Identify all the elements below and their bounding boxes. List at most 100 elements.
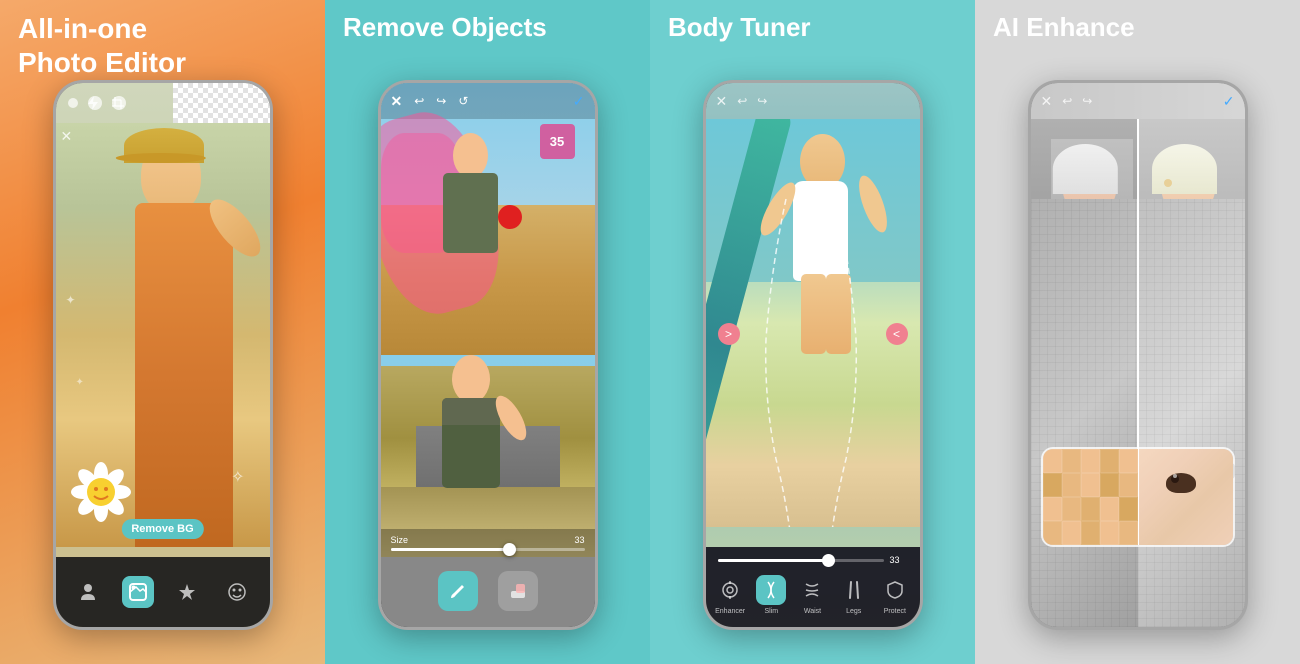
flower-sticker[interactable] bbox=[71, 462, 131, 527]
main-photo-area: ✕ ✦ bbox=[56, 123, 270, 547]
after-image bbox=[1138, 119, 1245, 627]
waist-label: Waist bbox=[804, 608, 821, 615]
slider-labels: Size 33 bbox=[391, 535, 585, 545]
slim-label: Slim bbox=[764, 608, 778, 615]
slider-value: 33 bbox=[574, 535, 584, 545]
undo-icon[interactable]: ↩ bbox=[1062, 94, 1072, 108]
hair-before bbox=[1053, 144, 1118, 194]
panel-remove-objects: Remove Objects ✕ ↩ ↪ ↺ ✓ bbox=[325, 0, 650, 664]
zoom-after bbox=[1138, 449, 1233, 545]
girl-figure-bottom bbox=[431, 355, 511, 487]
body bbox=[443, 173, 498, 253]
slider-thumb[interactable] bbox=[503, 543, 516, 556]
size-slider-container: Size 33 bbox=[381, 529, 595, 557]
lightning-icon bbox=[88, 96, 102, 110]
phone-mockup-4: ✕ ↩ ↪ ✓ bbox=[1028, 80, 1248, 630]
phone-1-background: ✕ ✦ bbox=[56, 83, 270, 627]
body-slider-track[interactable] bbox=[718, 559, 884, 562]
confirm-icon[interactable]: ✓ bbox=[1223, 93, 1235, 110]
panel-photo-editor: All-in-one Photo Editor bbox=[0, 0, 325, 664]
slim-left-arrow[interactable]: > bbox=[718, 323, 740, 345]
panel-ai-enhance: AI Enhance ✕ ↩ ↪ ✓ bbox=[975, 0, 1300, 664]
undo-icon[interactable]: ↩ bbox=[737, 94, 747, 108]
beach-scene: > < bbox=[706, 119, 920, 527]
body-tuner-controls: 33 Enhancer bbox=[706, 547, 920, 627]
redo-icon[interactable]: ↪ bbox=[436, 94, 446, 108]
hair-after bbox=[1152, 144, 1217, 194]
tool-enhancer[interactable]: Enhancer bbox=[715, 575, 745, 615]
eye-highlight bbox=[1173, 474, 1177, 478]
fabric-pattern-2 bbox=[1138, 199, 1245, 627]
zoom-before bbox=[1043, 449, 1138, 545]
legs-icon bbox=[839, 575, 869, 605]
phone-4-background: ✕ ↩ ↪ ✓ bbox=[1031, 83, 1245, 627]
toolbar-item-effects[interactable] bbox=[171, 576, 203, 608]
pixel-grid bbox=[1043, 449, 1138, 545]
pixel-zoom-comparison bbox=[1041, 447, 1235, 547]
close-icon[interactable]: ✕ bbox=[1041, 93, 1053, 110]
girl-figure-top bbox=[436, 133, 506, 355]
enhancer-icon bbox=[715, 575, 745, 605]
person-icon bbox=[72, 576, 104, 608]
sparkle-small: ✦ bbox=[76, 377, 84, 388]
toolbar-item-emoji[interactable] bbox=[221, 576, 253, 608]
phone-2-background: ✕ ↩ ↪ ↺ ✓ 35 bbox=[381, 83, 595, 627]
enhancer-label: Enhancer bbox=[715, 608, 745, 615]
panel-2-title: Remove Objects bbox=[343, 12, 547, 43]
bottom-tools-row bbox=[381, 563, 595, 619]
head bbox=[453, 133, 488, 178]
before-image bbox=[1031, 119, 1138, 627]
tool-waist[interactable]: Waist bbox=[797, 575, 827, 615]
zoom-divider bbox=[1138, 449, 1139, 545]
brush-tool-button[interactable] bbox=[438, 571, 478, 611]
protect-icon bbox=[880, 575, 910, 605]
hat-brim bbox=[115, 153, 205, 163]
slim-right-arrow[interactable]: < bbox=[886, 323, 908, 345]
eye-iris bbox=[1166, 473, 1196, 493]
remove-bg-button[interactable]: Remove BG bbox=[121, 519, 203, 539]
tool-protect[interactable]: Protect bbox=[880, 575, 910, 615]
redo-icon[interactable]: ↪ bbox=[757, 94, 767, 108]
panel-4-title: AI Enhance bbox=[993, 12, 1135, 43]
clothing-after bbox=[1138, 199, 1245, 627]
body-tools-row: Enhancer Slim bbox=[710, 571, 916, 619]
phone-mockup-3: ✕ ↩ ↪ bbox=[703, 80, 923, 630]
eraser-tool-button[interactable] bbox=[498, 571, 538, 611]
undo-icon[interactable]: ↩ bbox=[414, 94, 424, 108]
head-2 bbox=[452, 355, 490, 403]
background-icon bbox=[122, 576, 154, 608]
bottom-toolbar bbox=[56, 557, 270, 627]
phone-mockup-2: ✕ ↩ ↪ ↺ ✓ 35 bbox=[378, 80, 598, 630]
toolbar-item-background[interactable] bbox=[122, 576, 154, 608]
body-slider-fill bbox=[718, 559, 826, 562]
body-slider-value: 33 bbox=[890, 555, 908, 565]
slider-track[interactable] bbox=[391, 548, 585, 551]
panel-3-title: Body Tuner bbox=[668, 12, 811, 43]
crop-icon bbox=[112, 96, 126, 110]
before-after-divider bbox=[1137, 119, 1139, 487]
redo-icon[interactable]: ↪ bbox=[1082, 94, 1092, 108]
effects-icon bbox=[171, 576, 203, 608]
arm-right bbox=[853, 172, 892, 235]
road-sign: 35 bbox=[540, 124, 575, 159]
body-slider-row: 33 bbox=[710, 555, 916, 571]
tool-slim[interactable]: Slim bbox=[756, 575, 786, 615]
tool-legs[interactable]: Legs bbox=[839, 575, 869, 615]
refresh-icon[interactable]: ↺ bbox=[458, 94, 468, 108]
phone-3-background: ✕ ↩ ↪ bbox=[706, 83, 920, 627]
leg-right bbox=[826, 274, 851, 354]
close-icon[interactable]: ✕ bbox=[61, 128, 73, 145]
girl-swimsuit bbox=[736, 129, 900, 527]
p4-toolbar: ✕ ↩ ↪ ✓ bbox=[1031, 83, 1245, 119]
confirm-icon[interactable]: ✓ bbox=[573, 93, 585, 110]
close-icon[interactable]: ✕ bbox=[391, 93, 403, 110]
slider-fill bbox=[391, 548, 507, 551]
move-icon[interactable]: ✦ bbox=[66, 293, 76, 307]
circle-icon bbox=[68, 98, 78, 108]
phone-mockup-1: ✕ ✦ bbox=[53, 80, 273, 630]
close-icon[interactable]: ✕ bbox=[716, 93, 728, 110]
toolbar-item-person[interactable] bbox=[72, 576, 104, 608]
daisy-svg bbox=[71, 462, 131, 522]
body-slider-thumb[interactable] bbox=[822, 554, 835, 567]
eye-detail bbox=[1166, 473, 1196, 493]
